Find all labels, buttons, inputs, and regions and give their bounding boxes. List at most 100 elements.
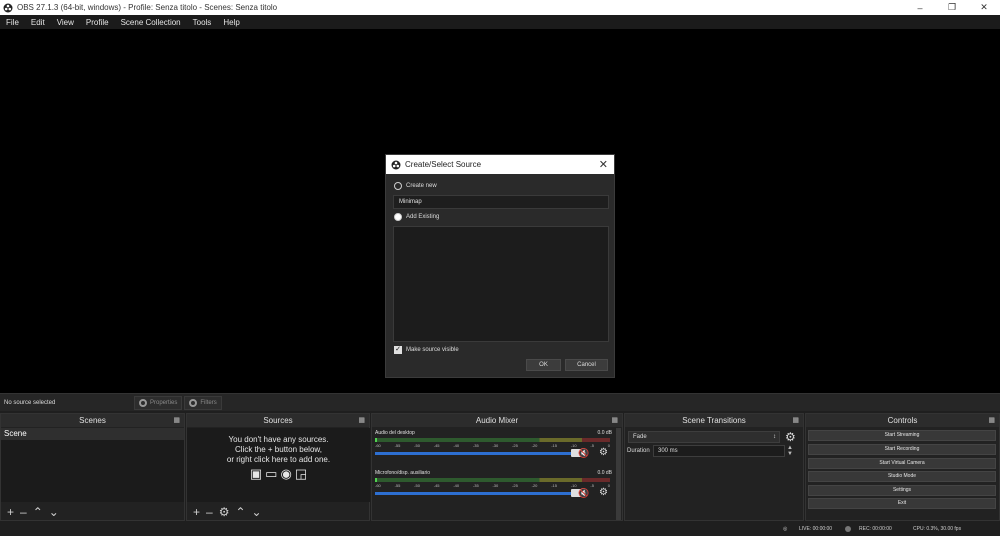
performance-status: CPU: 0.3%, 30.00 fps [913, 526, 962, 532]
minimize-button[interactable]: – [904, 0, 936, 15]
start-streaming-button[interactable]: Start Streaming [808, 430, 996, 441]
image-source-icon: ▣ [249, 466, 263, 481]
sources-empty-line2: Click the + button below, [235, 445, 322, 454]
remove-scene-icon[interactable]: – [20, 506, 27, 518]
duration-spinner[interactable]: ▲ ▼ [787, 445, 793, 457]
exit-button[interactable]: Exit [808, 498, 996, 509]
camera-source-icon: ◲ [294, 466, 308, 481]
sources-dock: Sources ▦ You don't have any sources. Cli… [186, 413, 370, 521]
create-new-label: Create new [406, 183, 437, 189]
menu-tools[interactable]: Tools [187, 18, 218, 27]
status-bar: ◎ LIVE: 00:00:00 REC: 00:00:00 CPU: 0.3%… [0, 522, 1000, 536]
mixer-title: Audio Mixer [475, 416, 519, 425]
remove-source-icon[interactable]: – [206, 506, 213, 518]
mixer-channel: Microfono/disp. ausiliario 0.0 dB -60 -55… [375, 470, 618, 508]
audio-mixer-dock: Audio Mixer ▦ Audio del desktop 0.0 dB -6… [371, 413, 623, 521]
menu-bar: File Edit View Profile Scene Collection … [0, 15, 1000, 29]
scenes-title: Scenes [79, 416, 106, 425]
no-source-label: No source selected [4, 399, 56, 406]
make-visible-label: Make source visible [406, 347, 459, 353]
undock-icon[interactable]: ▦ [358, 414, 365, 427]
menu-view[interactable]: View [51, 18, 80, 27]
menu-scene-collection[interactable]: Scene Collection [115, 18, 187, 27]
studio-mode-button[interactable]: Studio Mode [808, 471, 996, 482]
undock-icon[interactable]: ▦ [611, 414, 618, 427]
scenes-dock: Scenes ▦ Scene + – ⌃ ⌄ [0, 413, 185, 521]
obs-logo-icon [391, 160, 401, 169]
volume-slider[interactable] [375, 489, 581, 497]
mute-icon[interactable]: 🔇 [578, 448, 589, 459]
undock-icon[interactable]: ▦ [792, 414, 799, 427]
scenes-footer: + – ⌃ ⌄ [1, 504, 59, 520]
channel-name: Microfono/disp. ausiliario [375, 470, 431, 476]
menu-edit[interactable]: Edit [25, 18, 51, 27]
add-source-icon[interactable]: + [193, 506, 200, 518]
rec-icon [845, 526, 851, 532]
transitions-title: Scene Transitions [682, 416, 746, 425]
add-scene-icon[interactable]: + [7, 506, 14, 518]
radio-create-new-icon[interactable] [394, 182, 402, 190]
dialog-close-icon[interactable]: ✕ [599, 158, 608, 171]
sources-empty-line1: You don't have any sources. [228, 435, 329, 444]
channel-name: Audio del desktop [375, 430, 415, 436]
properties-label: Properties [150, 399, 178, 406]
scene-item[interactable]: Scene [1, 428, 184, 440]
sources-header: Sources ▦ [187, 414, 369, 427]
window-titlebar: OBS 27.1.3 (64-bit, windows) - Profile: … [0, 0, 1000, 15]
transitions-header: Scene Transitions ▦ [625, 414, 803, 427]
controls-header: Controls ▦ [806, 414, 999, 427]
scenes-header: Scenes ▦ [1, 414, 184, 427]
obs-logo-icon [3, 3, 13, 12]
menu-profile[interactable]: Profile [80, 18, 115, 27]
transition-select[interactable]: Fade ↕ [628, 431, 780, 443]
gear-icon[interactable]: ⚙ [599, 447, 608, 458]
cancel-button[interactable]: Cancel [565, 359, 608, 371]
properties-button[interactable]: Properties [134, 395, 183, 410]
add-existing-label: Add Existing [406, 214, 440, 220]
move-up-icon[interactable]: ⌃ [33, 506, 43, 518]
menu-help[interactable]: Help [217, 18, 245, 27]
sources-list[interactable]: You don't have any sources. Click the + … [187, 428, 370, 502]
radio-add-existing-icon[interactable] [394, 213, 402, 221]
filters-button[interactable]: Filters [184, 395, 222, 410]
sources-empty-line3: or right click here to add one. [226, 455, 331, 464]
ok-button[interactable]: OK [526, 359, 561, 371]
start-recording-button[interactable]: Start Recording [808, 444, 996, 455]
undock-icon[interactable]: ▦ [988, 414, 995, 427]
channel-db: 0.0 dB [597, 470, 612, 476]
source-properties-icon[interactable]: ⚙ [219, 506, 230, 518]
transition-selected: Fade [633, 434, 647, 440]
existing-sources-list[interactable] [393, 226, 609, 342]
add-existing-radio[interactable]: Add Existing [394, 213, 439, 221]
sources-footer: + – ⚙ ⌃ ⌄ [187, 504, 262, 520]
create-new-radio[interactable]: Create new [394, 182, 437, 190]
make-visible-checkbox-row[interactable]: ✓ Make source visible [394, 346, 459, 354]
duration-input[interactable]: 300 ms [653, 445, 785, 457]
mute-icon[interactable]: 🔇 [578, 488, 589, 499]
move-up-icon[interactable]: ⌃ [235, 506, 245, 518]
close-window-button[interactable]: ✕ [968, 0, 1000, 15]
scenes-list[interactable]: Scene [1, 428, 184, 502]
mixer-scrollbar[interactable] [616, 428, 621, 520]
source-name-input[interactable]: Minimap [393, 195, 609, 209]
dialog-titlebar: Create/Select Source ✕ [386, 155, 614, 174]
undock-icon[interactable]: ▦ [173, 414, 180, 427]
gear-icon[interactable]: ⚙ [599, 487, 608, 498]
channel-db: 0.0 dB [597, 430, 612, 436]
maximize-button[interactable]: ❐ [936, 0, 968, 15]
make-visible-checkbox[interactable]: ✓ [394, 346, 402, 354]
volume-slider[interactable] [375, 449, 581, 457]
move-down-icon[interactable]: ⌄ [252, 506, 262, 518]
menu-file[interactable]: File [0, 18, 25, 27]
meter-ticks: -60 -55 -50 -45 -40 -35 -30 -25 -20 -15 -10 -5 0 [375, 443, 610, 448]
browser-source-icon: ◉ [280, 466, 292, 481]
settings-button[interactable]: Settings [808, 485, 996, 496]
start-virtual-camera-button[interactable]: Start Virtual Camera [808, 458, 996, 469]
chevron-updown-icon: ↕ [773, 434, 776, 440]
live-icon: ◎ [783, 526, 788, 532]
gear-icon[interactable]: ⚙ [785, 430, 796, 444]
move-down-icon[interactable]: ⌄ [49, 506, 59, 518]
gear-icon [139, 398, 147, 407]
sources-title: Sources [263, 416, 293, 425]
mixer-header: Audio Mixer ▦ [372, 414, 622, 427]
